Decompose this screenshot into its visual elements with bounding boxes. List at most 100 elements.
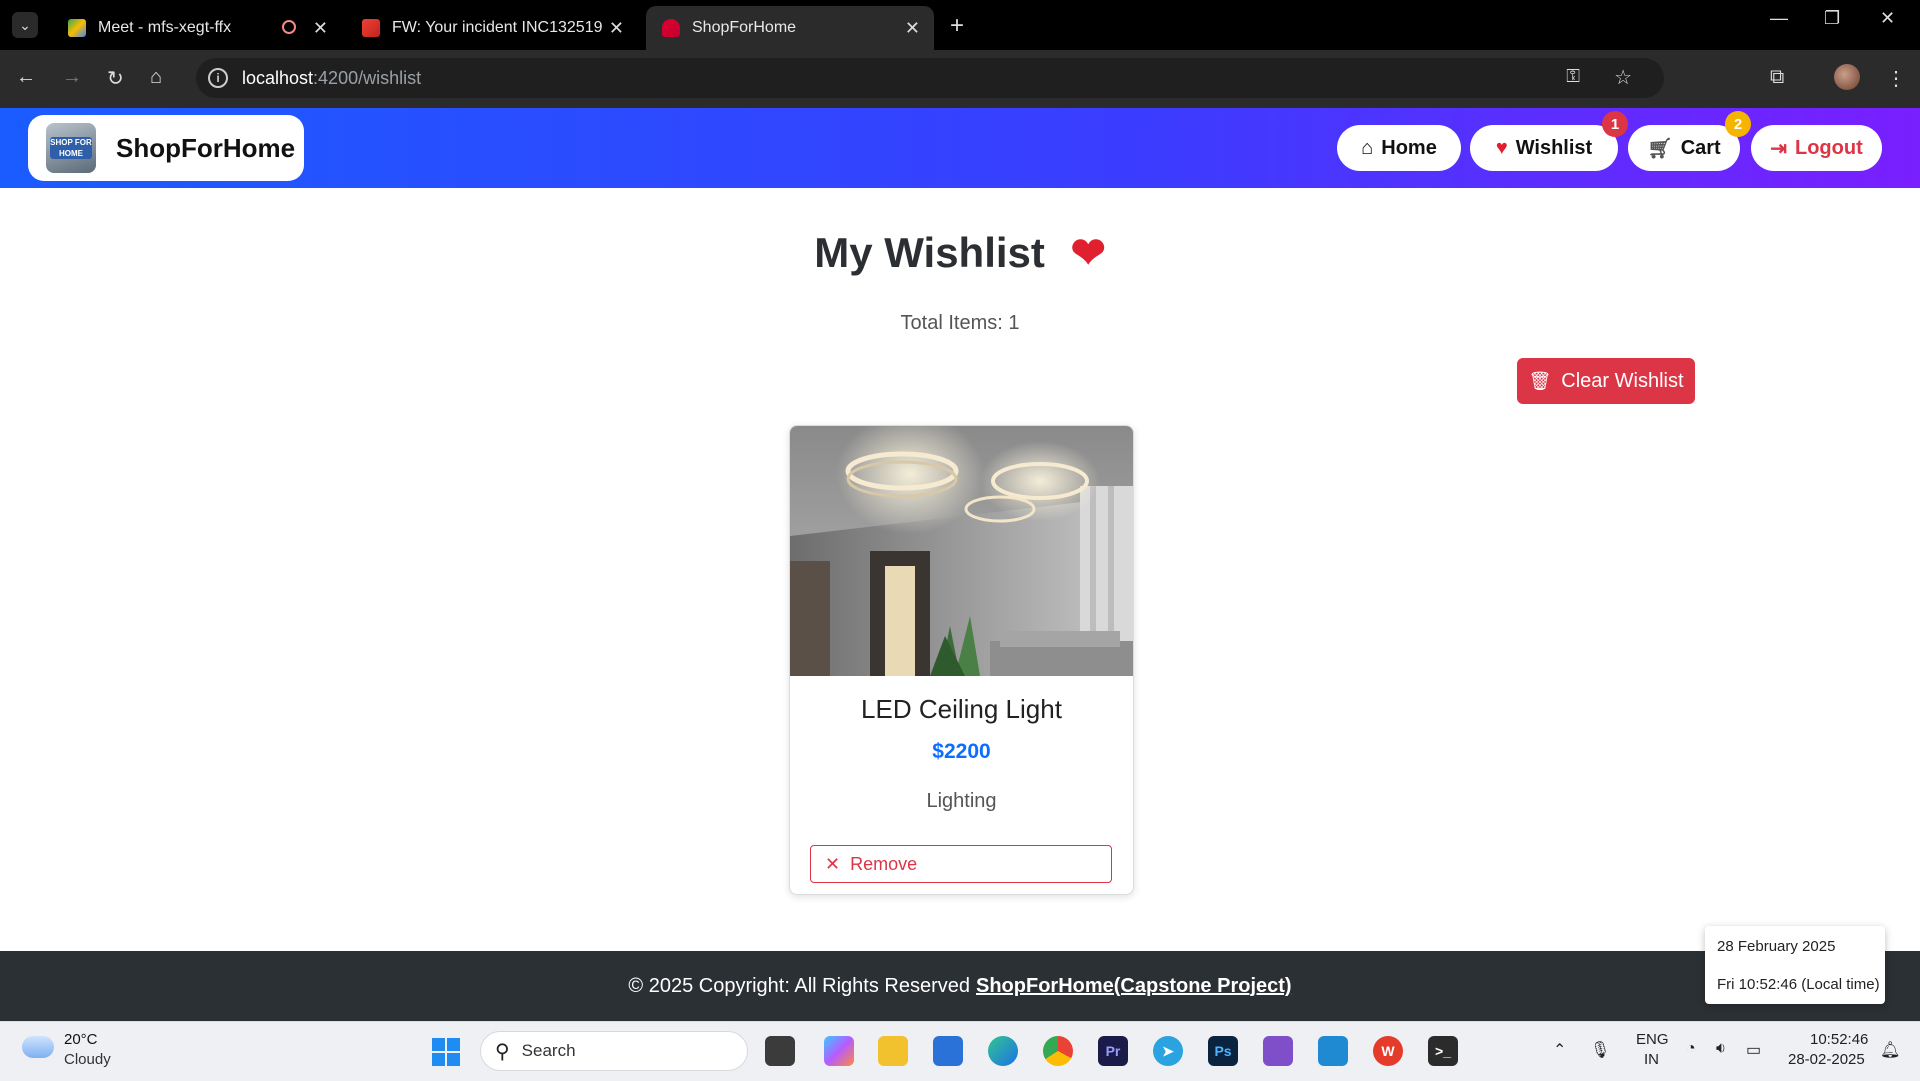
password-key-icon[interactable]: ⚿ [1566, 66, 1580, 87]
nav-home-label: Home [1381, 136, 1437, 159]
cart-icon: 🛒︎ [1647, 137, 1673, 160]
reload-icon[interactable]: ↻ [107, 66, 124, 91]
wps-office-icon[interactable]: W [1373, 1036, 1403, 1066]
tooltip-date: 28 February 2025 [1717, 938, 1836, 955]
premiere-pro-icon[interactable]: Pr [1098, 1036, 1128, 1066]
product-name: LED Ceiling Light [861, 694, 1062, 724]
tab-shopforhome[interactable]: ShopForHome ✕ [646, 6, 934, 50]
tab-meet[interactable]: Meet - mfs-xegt-ffx ✕ [52, 6, 342, 50]
heart-icon: ♥ [1495, 136, 1508, 159]
file-explorer-icon[interactable] [878, 1036, 908, 1066]
trash-icon: 🗑︎ [1528, 370, 1552, 391]
language-indicator[interactable]: ENG [1636, 1031, 1669, 1048]
page-title: My Wishlist ❤ [0, 228, 1920, 277]
taskbar-search-placeholder: Search [521, 1041, 576, 1060]
remove-label: Remove [850, 853, 918, 874]
forward-arrow-icon[interactable]: → [62, 66, 82, 89]
windows-start-icon[interactable] [432, 1038, 460, 1066]
bookmark-star-icon[interactable]: ☆ [1614, 65, 1632, 90]
close-icon: ✕ [825, 853, 841, 874]
nav-cart-label: Cart [1680, 136, 1721, 159]
tab-shopforhome-label: ShopForHome [692, 19, 797, 36]
url-host: localhost [242, 67, 314, 88]
microsoft-store-icon[interactable] [933, 1036, 963, 1066]
show-hidden-icons-chevron-icon[interactable]: ⌃ [1553, 1040, 1566, 1060]
taskbar-clock-date[interactable]: 28-02-2025 [1788, 1051, 1865, 1068]
product-category: Lighting [926, 790, 997, 812]
weather-temperature[interactable]: 20°C [64, 1031, 98, 1048]
cloud-icon[interactable] [22, 1036, 54, 1058]
site-footer: © 2025 Copyright: All Rights Reserved Sh… [0, 951, 1920, 1021]
taskbar-clock-time[interactable]: 10:52:46 [1810, 1031, 1868, 1048]
product-image [790, 426, 1133, 676]
logout-icon: ⇥ [1770, 137, 1787, 160]
google-meet-icon [68, 19, 86, 37]
tab-gmail[interactable]: FW: Your incident INC13251937 ✕ [346, 6, 638, 50]
browser-menu-icon[interactable]: ⋮ [1886, 66, 1906, 91]
terminal-icon[interactable]: >_ [1428, 1036, 1458, 1066]
browser-toolbar: ← → ↻ ⌂ i localhost :4200/wishlist ⚿ ☆ ⧉… [0, 50, 1920, 108]
address-bar[interactable]: i localhost :4200/wishlist ⚿ ☆ [196, 58, 1664, 98]
heart-icon: ❤ [1070, 229, 1106, 276]
clear-wishlist-label: Clear Wishlist [1561, 369, 1684, 392]
angular-icon [662, 19, 680, 37]
close-window-icon[interactable]: ✕ [1880, 8, 1895, 29]
recording-icon [282, 20, 296, 34]
clear-wishlist-button[interactable]: 🗑︎ Clear Wishlist [1517, 358, 1695, 404]
volume-icon[interactable]: 🔉︎ [1716, 1040, 1726, 1058]
new-tab-plus-icon[interactable]: + [950, 12, 964, 40]
copilot-icon[interactable] [824, 1036, 854, 1066]
nav-home-button[interactable]: ⌂ Home [1337, 125, 1461, 171]
visual-studio-icon[interactable] [1263, 1036, 1293, 1066]
vscode-icon[interactable] [1318, 1036, 1348, 1066]
product-price: $2200 [932, 740, 991, 763]
nav-logout-label: Logout [1795, 136, 1863, 159]
brand-name: ShopForHome [116, 132, 296, 163]
footer-link[interactable]: ShopForHome(Capstone Project) [976, 975, 1292, 998]
back-arrow-icon[interactable]: ← [16, 66, 36, 89]
telegram-icon[interactable]: ➤ [1153, 1036, 1183, 1066]
browser-tab-bar: ⌄ Meet - mfs-xegt-ffx ✕ FW: Your inciden… [0, 0, 1920, 50]
nav-logout-button[interactable]: ⇥ Logout [1751, 125, 1882, 171]
photoshop-icon[interactable]: Ps [1208, 1036, 1238, 1066]
tab-gmail-close-icon[interactable]: ✕ [609, 18, 624, 39]
minimize-icon[interactable]: — [1770, 8, 1788, 29]
nav-cart-button[interactable]: 🛒︎ Cart [1628, 125, 1740, 171]
profile-avatar[interactable] [1834, 64, 1860, 90]
tab-search-chevron-icon[interactable]: ⌄ [12, 12, 38, 38]
url-path: :4200/wishlist [313, 67, 422, 88]
taskbar-search[interactable]: ⚲ Search [480, 1031, 748, 1071]
site-info-icon[interactable]: i [208, 68, 228, 88]
home-icon[interactable]: ⌂ [150, 66, 162, 89]
gmail-icon [362, 19, 380, 37]
nav-wishlist-button[interactable]: ♥ Wishlist [1470, 125, 1618, 171]
restore-icon[interactable]: ❐ [1824, 8, 1840, 29]
brand-logo-text: SHOP FOR HOME [50, 137, 92, 159]
clock-tooltip: 28 February 2025 Fri 10:52:46 (Local tim… [1705, 926, 1885, 1004]
task-view-icon[interactable] [765, 1036, 795, 1066]
tab-meet-close-icon[interactable]: ✕ [313, 18, 328, 39]
tab-shopforhome-close-icon[interactable]: ✕ [905, 18, 920, 39]
brand[interactable]: SHOP FOR HOME ShopForHome [28, 115, 304, 181]
wishlist-count-badge: 1 [1602, 111, 1628, 137]
site-header: SHOP FOR HOME ShopForHome ⌂ Home ♥ Wishl… [0, 108, 1920, 188]
windows-taskbar: 20°C Cloudy ⚲ Search Pr ➤ Ps W >_ ⌃ 🎙︎ E… [0, 1021, 1920, 1081]
extensions-icon[interactable]: ⧉ [1770, 66, 1784, 89]
page-title-text: My Wishlist [814, 229, 1045, 276]
tab-meet-label: Meet - mfs-xegt-ffx [98, 19, 232, 36]
footer-text: © 2025 Copyright: All Rights Reserved [628, 974, 970, 997]
tab-gmail-label: FW: Your incident INC13251937 [392, 19, 602, 36]
edge-icon[interactable] [988, 1036, 1018, 1066]
chrome-icon[interactable] [1043, 1036, 1073, 1066]
remove-button[interactable]: ✕ Remove [810, 845, 1112, 883]
region-indicator[interactable]: IN [1644, 1051, 1659, 1068]
weather-description[interactable]: Cloudy [64, 1051, 111, 1068]
home-icon: ⌂ [1361, 136, 1374, 159]
wishlist-item-card: LED Ceiling Light $2200 Lighting ✕ Remov… [789, 425, 1134, 895]
microphone-icon[interactable]: 🎙︎ [1590, 1040, 1610, 1060]
wifi-icon[interactable]: ◔ [1686, 1040, 1696, 1058]
notification-bell-icon[interactable]: 🔔︎ [1880, 1040, 1900, 1060]
tooltip-time: Fri 10:52:46 (Local time) [1717, 976, 1880, 993]
battery-icon[interactable]: ▭ [1746, 1040, 1761, 1060]
brand-logo: SHOP FOR HOME [46, 123, 96, 173]
